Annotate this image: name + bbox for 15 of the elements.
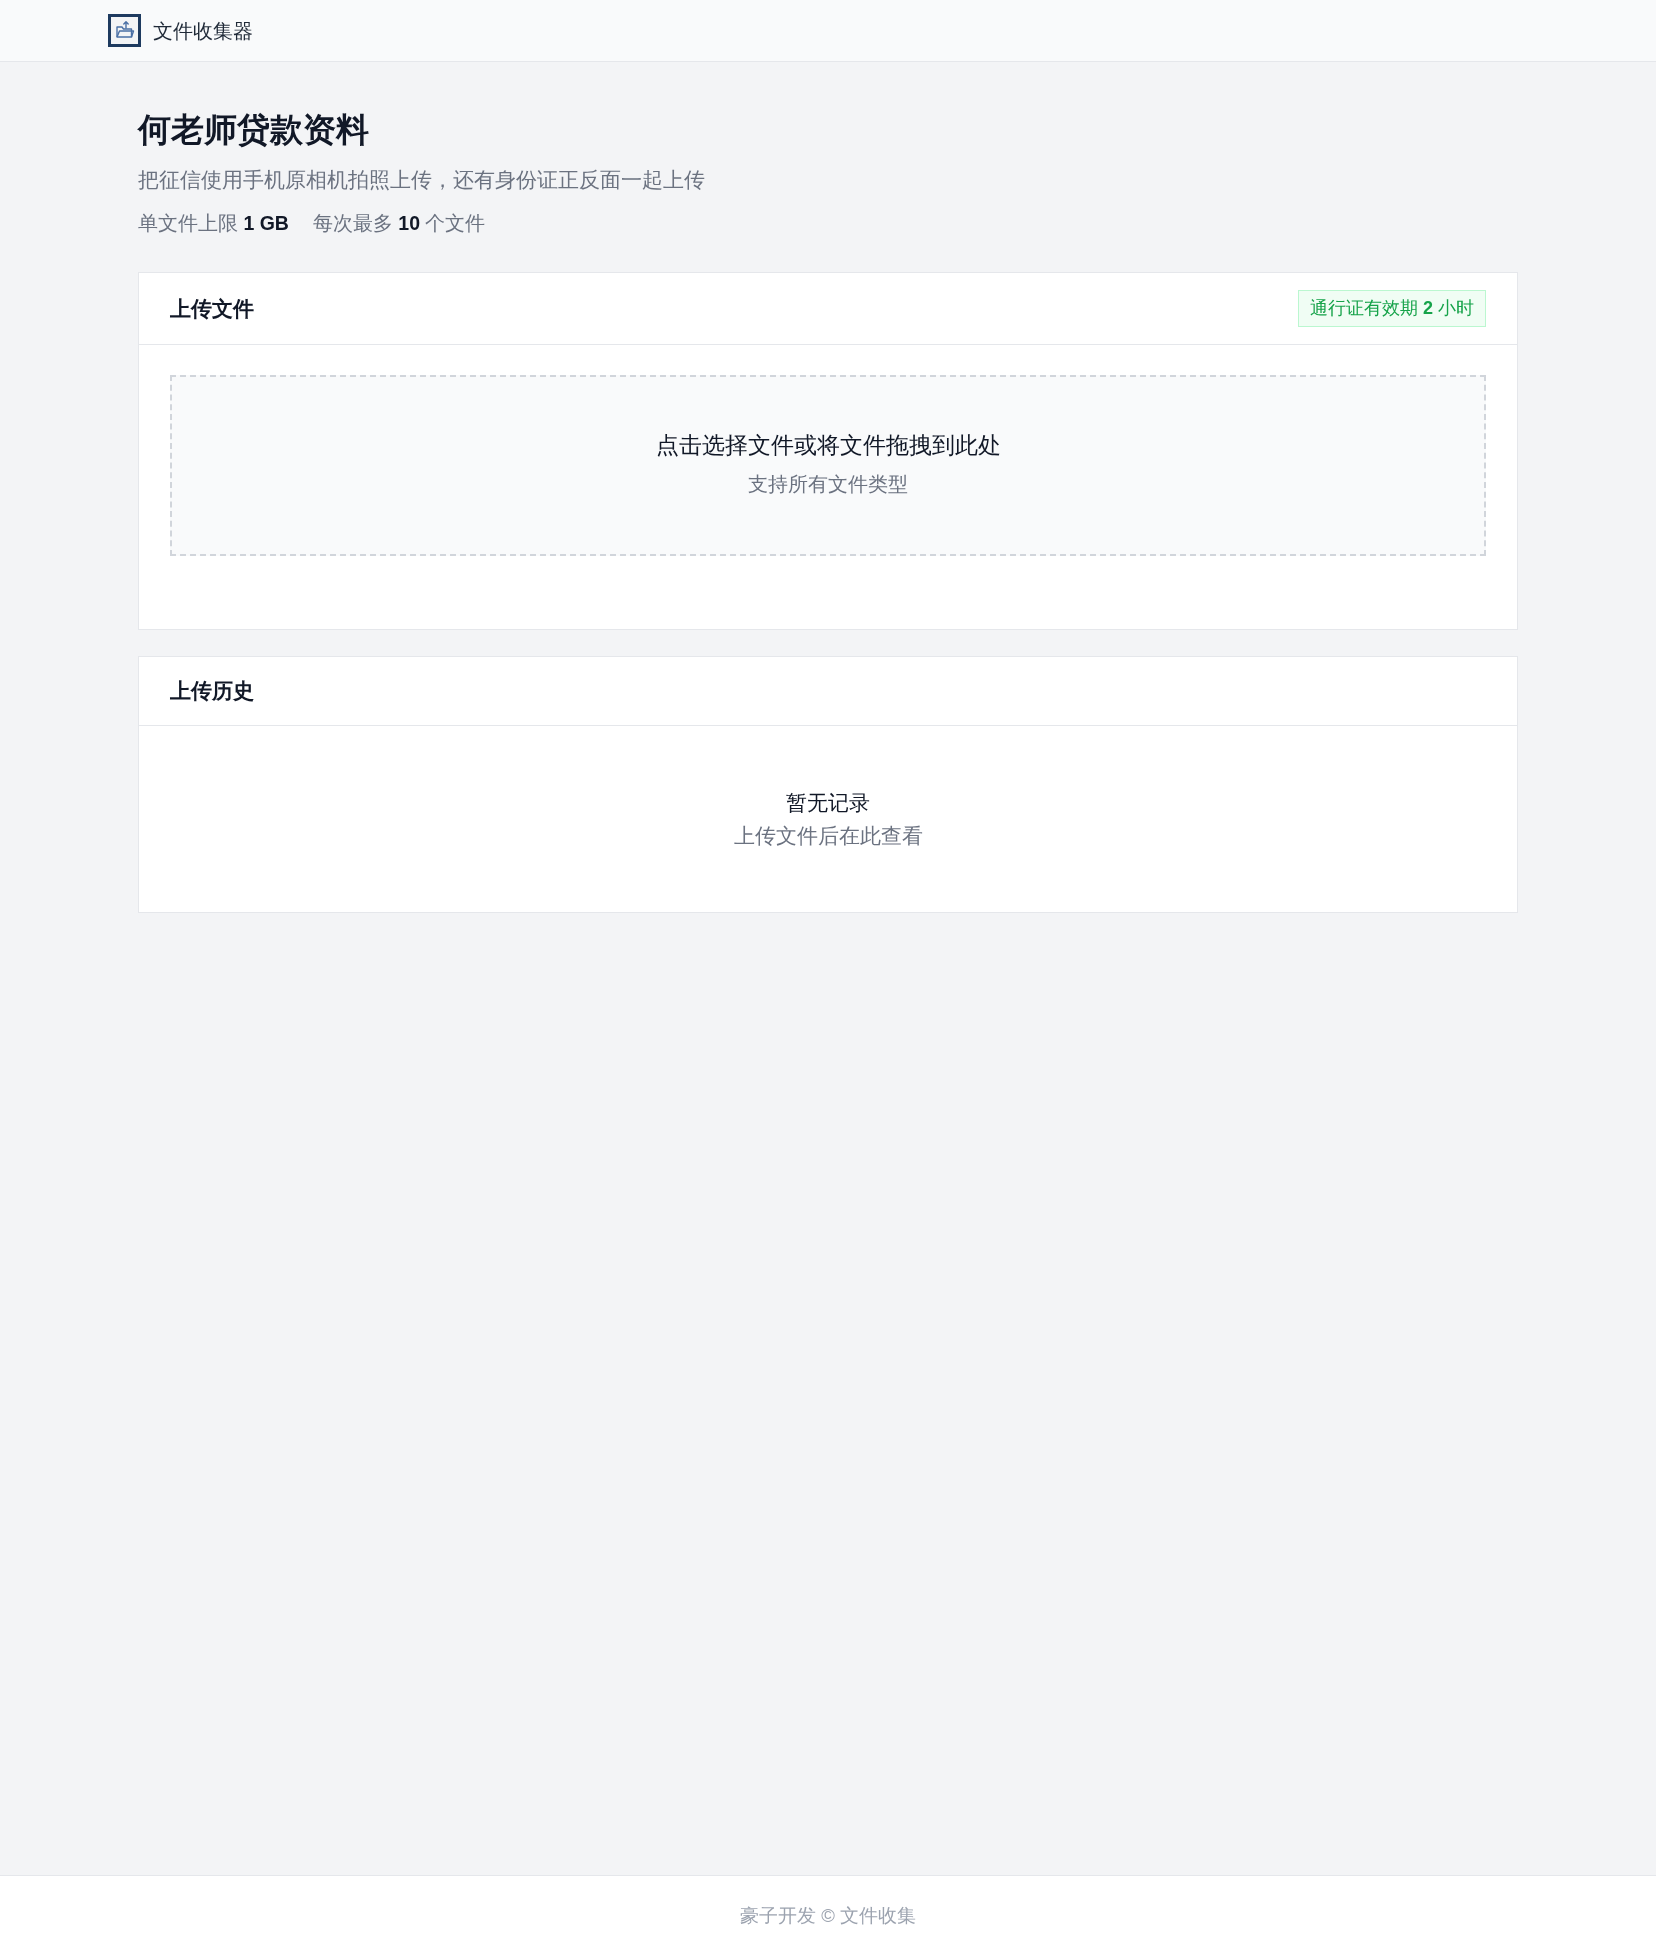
footer-text: 豪子开发 © 文件收集 (740, 1904, 916, 1929)
limit-text: 单文件上限 1 GB (138, 211, 289, 236)
folder-upload-icon (108, 14, 141, 47)
file-dropzone[interactable]: 点击选择文件或将文件拖拽到此处 支持所有文件类型 (170, 375, 1486, 556)
page-description: 把征信使用手机原相机拍照上传，还有身份证正反面一起上传 (138, 167, 706, 193)
card-title: 上传历史 (170, 678, 254, 705)
card-title: 上传文件 (170, 295, 254, 322)
expiry-badge: 通行证有效期 2 小时 (1297, 290, 1486, 327)
empty-state-hint: 上传文件后在此查看 (733, 822, 923, 849)
dropzone-prompt: 点击选择文件或将文件拖拽到此处 (655, 431, 1001, 460)
page-title: 何老师贷款资料 (138, 110, 370, 150)
empty-state-title: 暂无记录 (786, 789, 870, 816)
dropzone-hint: 支持所有文件类型 (748, 471, 908, 497)
limit-text: 每次最多 10 个文件 (312, 211, 486, 236)
app-name: 文件收集器 (153, 18, 253, 44)
